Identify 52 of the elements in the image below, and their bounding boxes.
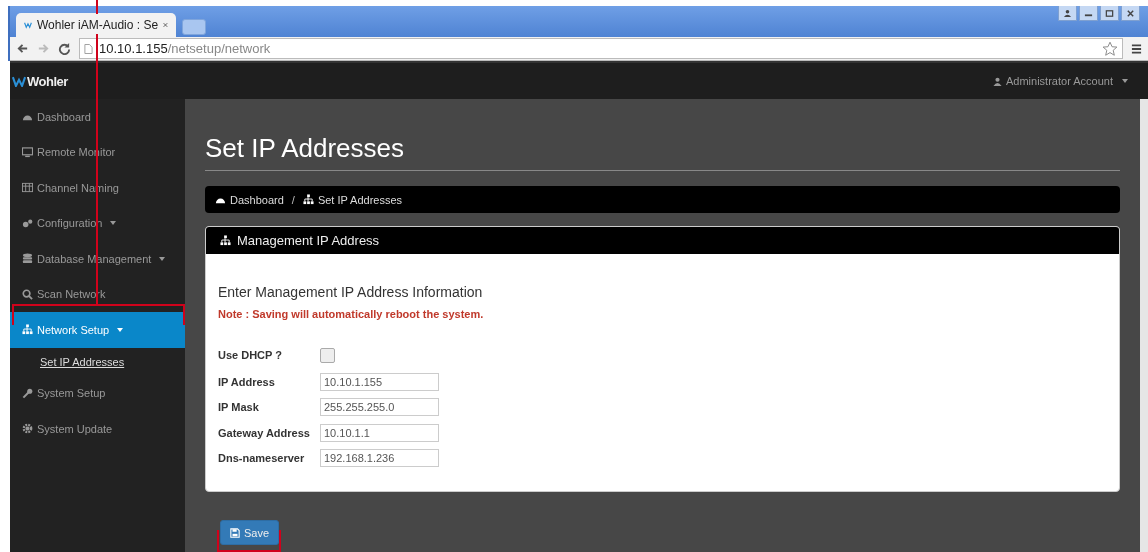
field-label: Gateway Address: [218, 426, 311, 439]
warning-note: Note : Saving will automatically reboot the system.: [218, 308, 485, 320]
field-label: Use DHCP ?: [218, 349, 283, 361]
sidebar-item[interactable]: System Update: [10, 411, 185, 447]
database-icon: [22, 253, 33, 265]
highlight-bracket: [217, 529, 281, 552]
tab-title: Wohler iAM-Audio : Se: [36, 18, 159, 32]
brand-logo[interactable]: Wohler: [12, 73, 68, 89]
maximize-icon[interactable]: [1100, 6, 1119, 21]
back-icon[interactable]: [16, 42, 29, 55]
input-field[interactable]: 255.255.255.0: [320, 398, 439, 417]
user-icon[interactable]: [1058, 6, 1077, 21]
logo-icon: [24, 20, 32, 30]
save-icon: [230, 527, 240, 538]
breadcrumb-link[interactable]: Dashboard: [230, 193, 284, 206]
close-icon[interactable]: [1121, 6, 1140, 21]
grid-icon: [22, 182, 33, 194]
menu-icon[interactable]: [1131, 42, 1142, 55]
minimize-icon[interactable]: [1079, 6, 1098, 21]
breadcrumb-separator: /: [291, 193, 295, 206]
address-bar[interactable]: 10.10.1.155/netsetup/network: [79, 38, 1123, 59]
browser-tab[interactable]: Wohler iAM-Audio : Se: [16, 13, 176, 37]
sitemap-icon: [220, 235, 231, 246]
save-button[interactable]: Save: [220, 520, 280, 545]
account-menu[interactable]: Administrator Account: [993, 75, 1128, 87]
sitemap-icon: [22, 324, 33, 336]
star-icon[interactable]: [1102, 40, 1118, 57]
sidebar-item[interactable]: System Setup: [10, 375, 185, 411]
monitor-icon: [22, 146, 33, 158]
input-field[interactable]: 10.10.1.1: [320, 423, 439, 442]
page-icon: [84, 42, 93, 55]
field-label: IP Mask: [218, 401, 260, 414]
reload-icon[interactable]: [58, 42, 71, 55]
scrollbar[interactable]: [1140, 99, 1148, 552]
wrench-icon: [22, 387, 33, 399]
search-icon: [22, 288, 33, 300]
sidebar-item[interactable]: Dashboard: [10, 99, 185, 135]
input-field[interactable]: 10.10.1.155: [320, 372, 439, 391]
breadcrumb-link[interactable]: Set IP Addresses: [317, 193, 403, 206]
sidebar-item[interactable]: Network Setup: [10, 312, 185, 348]
form-heading: Enter Management IP Address Information: [218, 284, 484, 300]
user-icon: [993, 76, 1002, 86]
dhcp-checkbox[interactable]: [320, 347, 335, 363]
sidebar-subitem[interactable]: Set IP Addresses: [10, 347, 185, 376]
gears-icon: [22, 217, 33, 229]
field-label: Dns-nameserver: [218, 452, 306, 465]
close-icon[interactable]: [163, 21, 168, 29]
sitemap-icon: [302, 194, 314, 205]
panel-title: Management IP Address: [237, 233, 380, 248]
page-title: Set IP Addresses: [205, 99, 1120, 171]
field-label: IP Address: [218, 375, 276, 388]
input-field[interactable]: 192.168.1.236: [320, 449, 439, 468]
